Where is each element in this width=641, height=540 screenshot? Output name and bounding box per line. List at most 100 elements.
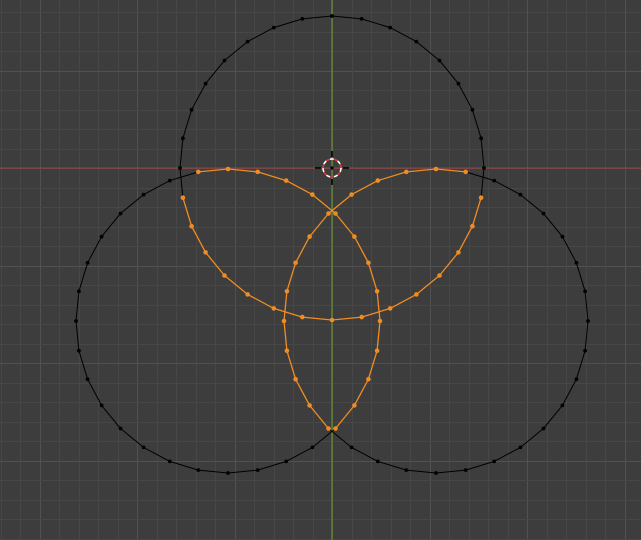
mesh-vertex[interactable] — [167, 178, 172, 183]
mesh-vertex-selected[interactable] — [284, 289, 290, 294]
mesh-edge[interactable] — [78, 262, 89, 292]
mesh-vertex-selected[interactable] — [329, 317, 335, 323]
mesh-vertex[interactable] — [470, 107, 475, 112]
mesh-edge[interactable] — [520, 194, 544, 214]
mesh-edge[interactable] — [143, 446, 171, 462]
mesh-vertex-selected[interactable] — [271, 306, 277, 311]
mesh-vertex[interactable] — [222, 58, 227, 63]
mesh-edge[interactable] — [247, 27, 275, 43]
mesh-vertex[interactable] — [456, 81, 461, 86]
mesh-vertex-selected[interactable] — [359, 314, 365, 320]
mesh-vertex[interactable] — [482, 166, 486, 170]
mesh-vertex-selected[interactable] — [180, 195, 186, 200]
mesh-vertex-selected[interactable] — [437, 273, 442, 278]
mesh-vertex[interactable] — [85, 260, 90, 265]
mesh-edge[interactable] — [575, 350, 586, 380]
mesh-edge[interactable] — [457, 83, 473, 111]
mesh-edge[interactable] — [75, 320, 80, 351]
mesh-vertex[interactable] — [118, 211, 123, 216]
mesh-vertex[interactable] — [437, 58, 442, 63]
mesh-edge[interactable] — [120, 428, 144, 448]
mesh-vertex[interactable] — [434, 471, 438, 475]
mesh-vertex-selected[interactable] — [255, 169, 260, 175]
mesh-vertex-selected[interactable] — [245, 292, 250, 297]
mesh-vertex-selected[interactable] — [366, 376, 371, 382]
mesh-vertex[interactable] — [85, 377, 90, 382]
mesh-vertex-selected[interactable] — [196, 169, 201, 175]
mesh-edge[interactable] — [389, 27, 417, 43]
mesh-vertex[interactable] — [375, 459, 380, 464]
mesh-edge[interactable] — [87, 236, 103, 264]
mesh-vertex[interactable] — [118, 426, 123, 431]
mesh-edge[interactable] — [493, 446, 521, 462]
mesh-vertex[interactable] — [181, 136, 185, 141]
mesh-edge-selected[interactable] — [285, 180, 313, 196]
mesh-vertex-selected[interactable] — [310, 192, 315, 197]
mesh-edge-selected[interactable] — [376, 320, 381, 351]
mesh-edge[interactable] — [257, 460, 287, 471]
mesh-vertex[interactable] — [189, 107, 194, 112]
mesh-edge[interactable] — [169, 460, 199, 471]
mesh-edge-selected[interactable] — [286, 262, 297, 292]
mesh-vertex[interactable] — [492, 178, 497, 183]
mesh-vertex-selected[interactable] — [352, 234, 357, 239]
mesh-vertex[interactable] — [492, 459, 497, 464]
mesh-vertex[interactable] — [99, 234, 104, 239]
mesh-vertex[interactable] — [284, 459, 289, 464]
mesh-vertex[interactable] — [583, 289, 587, 294]
mesh-vertex[interactable] — [583, 348, 587, 353]
mesh-vertex[interactable] — [330, 14, 334, 18]
mesh-vertex[interactable] — [255, 468, 260, 472]
mesh-edge-selected[interactable] — [309, 213, 330, 238]
mesh-edge[interactable] — [179, 167, 184, 198]
mesh-vertex-selected[interactable] — [293, 376, 298, 382]
mesh-vertex-selected[interactable] — [307, 403, 312, 408]
mesh-edge[interactable] — [575, 262, 586, 292]
mesh-vertex[interactable] — [196, 468, 201, 472]
mesh-vertex[interactable] — [586, 319, 590, 323]
mesh-edge[interactable] — [471, 109, 482, 139]
mesh-vertex-selected[interactable] — [222, 273, 227, 278]
mesh-vertex[interactable] — [167, 459, 172, 464]
mesh-vertex[interactable] — [226, 471, 230, 475]
mesh-edge[interactable] — [331, 15, 362, 20]
mesh-vertex-selected[interactable] — [374, 289, 380, 294]
mesh-edge[interactable] — [169, 171, 199, 182]
mesh-edge-selected[interactable] — [389, 293, 417, 309]
mesh-vertex-selected[interactable] — [404, 169, 409, 175]
mesh-edge-selected[interactable] — [457, 225, 473, 253]
mesh-edge-selected[interactable] — [295, 236, 311, 264]
mesh-vertex-selected[interactable] — [375, 178, 381, 183]
mesh-vertex[interactable] — [404, 468, 409, 472]
mesh-edge-selected[interactable] — [247, 293, 275, 309]
mesh-edge-selected[interactable] — [438, 251, 459, 276]
mesh-vertex[interactable] — [245, 39, 250, 44]
mesh-vertex-selected[interactable] — [293, 260, 298, 266]
mesh-circle-left[interactable] — [74, 166, 383, 475]
mesh-edge-selected[interactable] — [227, 168, 258, 173]
mesh-edge-selected[interactable] — [286, 350, 297, 380]
mesh-vertex[interactable] — [178, 166, 182, 170]
mesh-vertex-selected[interactable] — [203, 250, 208, 255]
mesh-edge[interactable] — [439, 60, 459, 84]
mesh-vertex-selected[interactable] — [349, 192, 354, 197]
mesh-edge[interactable] — [361, 18, 391, 29]
mesh-edge-selected[interactable] — [367, 350, 378, 380]
mesh-edge[interactable] — [285, 446, 313, 462]
mesh-vertex-selected[interactable] — [326, 426, 331, 431]
mesh-vertex-selected[interactable] — [377, 318, 383, 324]
mesh-vertex[interactable] — [388, 25, 393, 30]
mesh-edge[interactable] — [351, 446, 379, 462]
mesh-vertex[interactable] — [310, 445, 315, 450]
mesh-vertex-selected[interactable] — [456, 250, 461, 255]
mesh-edge-selected[interactable] — [361, 307, 391, 318]
mesh-vertex[interactable] — [574, 377, 579, 382]
mesh-edge[interactable] — [480, 167, 485, 198]
mesh-vertex-selected[interactable] — [307, 234, 312, 239]
mesh-edge-selected[interactable] — [435, 168, 466, 173]
mesh-vertex[interactable] — [541, 426, 546, 431]
mesh-edge[interactable] — [435, 469, 466, 474]
mesh-vertex[interactable] — [359, 17, 364, 21]
mesh-vertex[interactable] — [463, 468, 468, 472]
mesh-edge[interactable] — [493, 180, 521, 196]
